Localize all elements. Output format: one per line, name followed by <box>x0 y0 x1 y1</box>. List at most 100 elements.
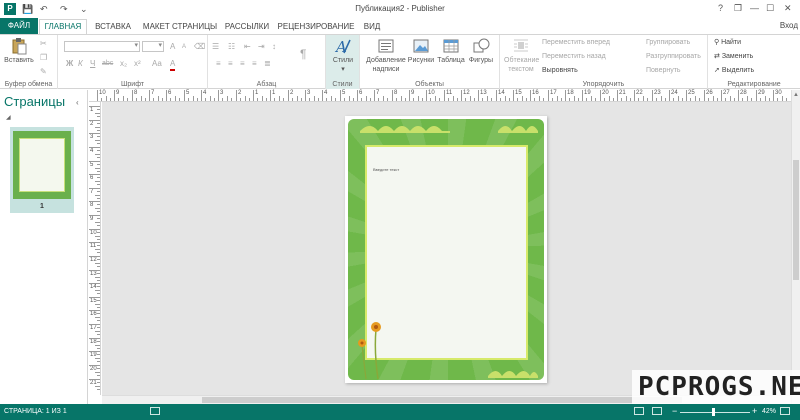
subscript-button[interactable]: x₂ <box>120 59 127 69</box>
zoom-in-button[interactable]: + <box>752 406 757 416</box>
ruler-tick <box>95 140 100 141</box>
page-count-status[interactable]: СТРАНИЦА: 1 ИЗ 1 <box>4 408 67 415</box>
horizontal-scroll-thumb[interactable] <box>202 397 682 403</box>
page-thumbnail[interactable]: 1 <box>10 127 74 213</box>
line-spacing-icon[interactable]: ↕ <box>272 42 276 52</box>
zoom-out-button[interactable]: − <box>672 406 677 416</box>
shrink-font-icon[interactable]: A <box>182 42 186 52</box>
ruler-tick <box>184 90 185 101</box>
align-left-icon[interactable]: ≡ <box>216 59 221 69</box>
section-caret-icon[interactable]: ◢ <box>6 114 11 121</box>
shapes-button[interactable]: Фигуры <box>466 37 496 65</box>
minimize-button[interactable]: — <box>750 2 759 14</box>
grow-font-icon[interactable]: A <box>170 42 175 52</box>
page-text-box[interactable]: Введите текст <box>373 167 399 172</box>
close-button[interactable]: ✕ <box>784 2 792 14</box>
horizontal-ruler[interactable]: 10 9 8 7 6 5 4 3 2 1 1 2 3 4 5 6 7 8 9 10 11 12 13 14 15 16 17 18 19… <box>89 90 791 102</box>
ruler-tick <box>95 168 100 169</box>
font-color-button[interactable]: A <box>170 59 176 71</box>
ruler-tick <box>110 98 111 101</box>
strikethrough-button[interactable]: abc <box>102 59 113 69</box>
sign-in-link[interactable]: Вход <box>780 21 798 30</box>
collapse-panel-icon[interactable]: ‹ <box>76 98 79 107</box>
replace-button[interactable]: ⇄ Заменить <box>714 52 753 62</box>
tab-home[interactable]: ГЛАВНАЯ <box>39 19 87 35</box>
find-button[interactable]: ⚲ Найти <box>714 38 741 48</box>
bold-button[interactable]: Ж <box>66 59 73 69</box>
ruler-label: 2 <box>90 121 94 127</box>
ruler-tick <box>487 96 488 101</box>
ruler-label: 24 <box>671 90 678 96</box>
two-page-view-icon[interactable] <box>652 407 662 415</box>
decrease-indent-icon[interactable]: ⇤ <box>244 42 251 52</box>
ruler-tick <box>97 90 98 101</box>
ruler-tick <box>97 252 100 253</box>
scroll-up-icon[interactable]: ▲ <box>793 92 799 98</box>
tab-view[interactable]: ВИД <box>358 20 386 34</box>
format-painter-icon[interactable]: ✎ <box>40 67 47 77</box>
increase-indent-icon[interactable]: ⇥ <box>258 42 265 52</box>
paste-button[interactable]: Вставить <box>4 37 34 65</box>
ruler-tick <box>569 98 570 101</box>
tab-insert[interactable]: ВСТАВКА <box>90 20 136 34</box>
wrap-text-button[interactable]: Обтекание текстом <box>504 37 539 74</box>
superscript-button[interactable]: x² <box>134 59 141 69</box>
cut-icon[interactable]: ✂ <box>40 39 47 49</box>
ruler-tick <box>617 90 618 101</box>
underline-button[interactable]: Ч <box>90 59 95 69</box>
zoom-slider-track[interactable] <box>680 412 750 413</box>
publication-page[interactable]: Введите текст <box>345 116 547 383</box>
tab-page-design[interactable]: МАКЕТ СТРАНИЦЫ <box>138 20 222 34</box>
rotate-button[interactable]: Повернуть <box>646 66 681 76</box>
bullets-icon[interactable]: ☰ <box>212 42 219 52</box>
copy-icon[interactable]: ❐ <box>40 53 47 63</box>
font-name-combo[interactable] <box>64 41 140 52</box>
paragraph-marks-icon[interactable]: ¶ <box>300 48 306 60</box>
send-backward-button[interactable]: Переместить назад <box>542 52 606 62</box>
group-button[interactable]: Группировать <box>646 38 690 48</box>
maximize-button[interactable]: ☐ <box>766 2 774 14</box>
distribute-icon[interactable]: ≣ <box>264 59 271 69</box>
tab-mailings[interactable]: РАССЫЛКИ <box>222 20 272 34</box>
align-right-icon[interactable]: ≡ <box>240 59 245 69</box>
watermark-logo: PCPROGS.NET <box>632 370 800 404</box>
ruler-tick <box>765 96 766 101</box>
vertical-scroll-thumb[interactable] <box>793 160 799 280</box>
draw-text-box-button[interactable]: Добавление надписи <box>366 37 406 74</box>
help-button[interactable]: ? <box>718 2 723 14</box>
ruler-tick <box>613 98 614 101</box>
ruler-label: 4 <box>324 90 328 96</box>
bring-forward-button[interactable]: Переместить вперед <box>542 38 610 48</box>
ruler-tick <box>374 90 375 101</box>
select-button[interactable]: ➚ Выделить <box>714 66 754 76</box>
ruler-tick <box>97 307 100 308</box>
ribbon-display-button[interactable]: ❐ <box>734 2 742 14</box>
ruler-tick <box>543 98 544 101</box>
ruler-tick <box>97 266 100 267</box>
change-case-icon[interactable]: Aa <box>152 59 162 69</box>
tab-review[interactable]: РЕЦЕНЗИРОВАНИЕ <box>276 20 356 34</box>
ruler-tick <box>97 286 100 287</box>
ruler-tick <box>210 96 211 101</box>
fit-page-icon[interactable] <box>780 407 790 415</box>
table-button[interactable]: Таблица <box>436 37 466 65</box>
ruler-tick <box>97 218 100 219</box>
document-canvas[interactable]: Введите текст <box>102 102 791 395</box>
align-button[interactable]: Выровнять <box>542 66 578 76</box>
align-center-icon[interactable]: ≡ <box>228 59 233 69</box>
single-page-view-icon[interactable] <box>634 407 644 415</box>
ungroup-button[interactable]: Разгруппировать <box>646 52 701 62</box>
tab-file[interactable]: ФАЙЛ <box>0 18 38 34</box>
vertical-scrollbar[interactable]: ▲ ▼ <box>791 90 800 404</box>
justify-icon[interactable]: ≡ <box>252 59 257 69</box>
vertical-ruler[interactable]: 1 2 3 4 5 6 7 8 9 10 11 12 13 14 15 16 17 18 19 20 21 <box>89 102 101 395</box>
numbering-icon[interactable]: ☷ <box>228 42 235 52</box>
clear-format-icon[interactable]: ⌫ <box>194 42 205 52</box>
styles-button[interactable]: A Стили ▾ <box>328 37 358 74</box>
ruler-tick <box>231 98 232 101</box>
italic-button[interactable]: К <box>78 59 83 69</box>
font-size-combo[interactable] <box>142 41 164 52</box>
zoom-level[interactable]: 42% <box>762 408 776 415</box>
pictures-button[interactable]: Рисунки <box>406 37 436 65</box>
zoom-slider-thumb[interactable] <box>712 408 715 416</box>
